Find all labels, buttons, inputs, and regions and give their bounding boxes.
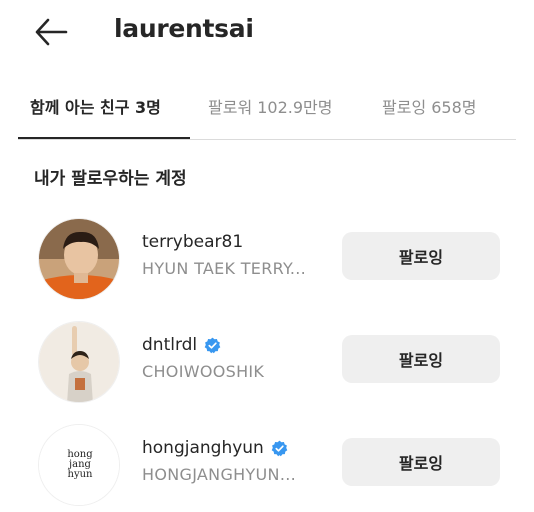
section-title: 내가 팔로우하는 계정 — [34, 169, 187, 189]
tab-divider — [18, 139, 516, 140]
tab-mutual-friends[interactable]: 함께 아는 친구 3명 — [30, 94, 161, 118]
top-bar: laurentsai — [0, 0, 534, 64]
following-button[interactable]: 팔로잉 — [342, 438, 500, 486]
list-item: dntlrdl CHOIWOOSHIK 팔로잉 — [0, 321, 534, 405]
tab-followers[interactable]: 팔로워 102.9만명 — [208, 94, 333, 118]
tab-bar: 함께 아는 친구 3명 팔로워 102.9만명 팔로잉 658명 — [0, 82, 534, 140]
avatar-logo-line: hyun — [68, 469, 94, 480]
full-name: HONGJANGHYUN... — [142, 465, 296, 484]
username-link[interactable]: hongjanghyun — [142, 436, 288, 460]
list-item: terrybear81 HYUN TAEK TERRY... 팔로잉 — [0, 218, 534, 302]
username: terrybear81 — [142, 232, 244, 252]
full-name: HYUN TAEK TERRY... — [142, 259, 307, 278]
username: hongjanghyun — [142, 438, 264, 458]
following-button[interactable]: 팔로잉 — [342, 232, 500, 280]
full-name: CHOIWOOSHIK — [142, 362, 265, 381]
arrow-left-icon — [35, 18, 68, 46]
verified-badge-icon — [271, 440, 288, 456]
tab-following[interactable]: 팔로잉 658명 — [382, 94, 477, 118]
verified-badge-icon — [204, 337, 221, 353]
avatar[interactable] — [38, 218, 120, 300]
back-button[interactable] — [34, 17, 68, 47]
username: dntlrdl — [142, 335, 198, 355]
username-link[interactable]: dntlrdl — [142, 333, 221, 357]
following-button[interactable]: 팔로잉 — [342, 335, 500, 383]
avatar[interactable]: hong jang hyun — [38, 424, 120, 506]
list-item: hong jang hyun hongjanghyun HONGJANGHYUN… — [0, 424, 534, 508]
page-title: laurentsai — [114, 14, 254, 43]
username-link[interactable]: terrybear81 — [142, 230, 243, 254]
avatar[interactable] — [38, 321, 120, 403]
